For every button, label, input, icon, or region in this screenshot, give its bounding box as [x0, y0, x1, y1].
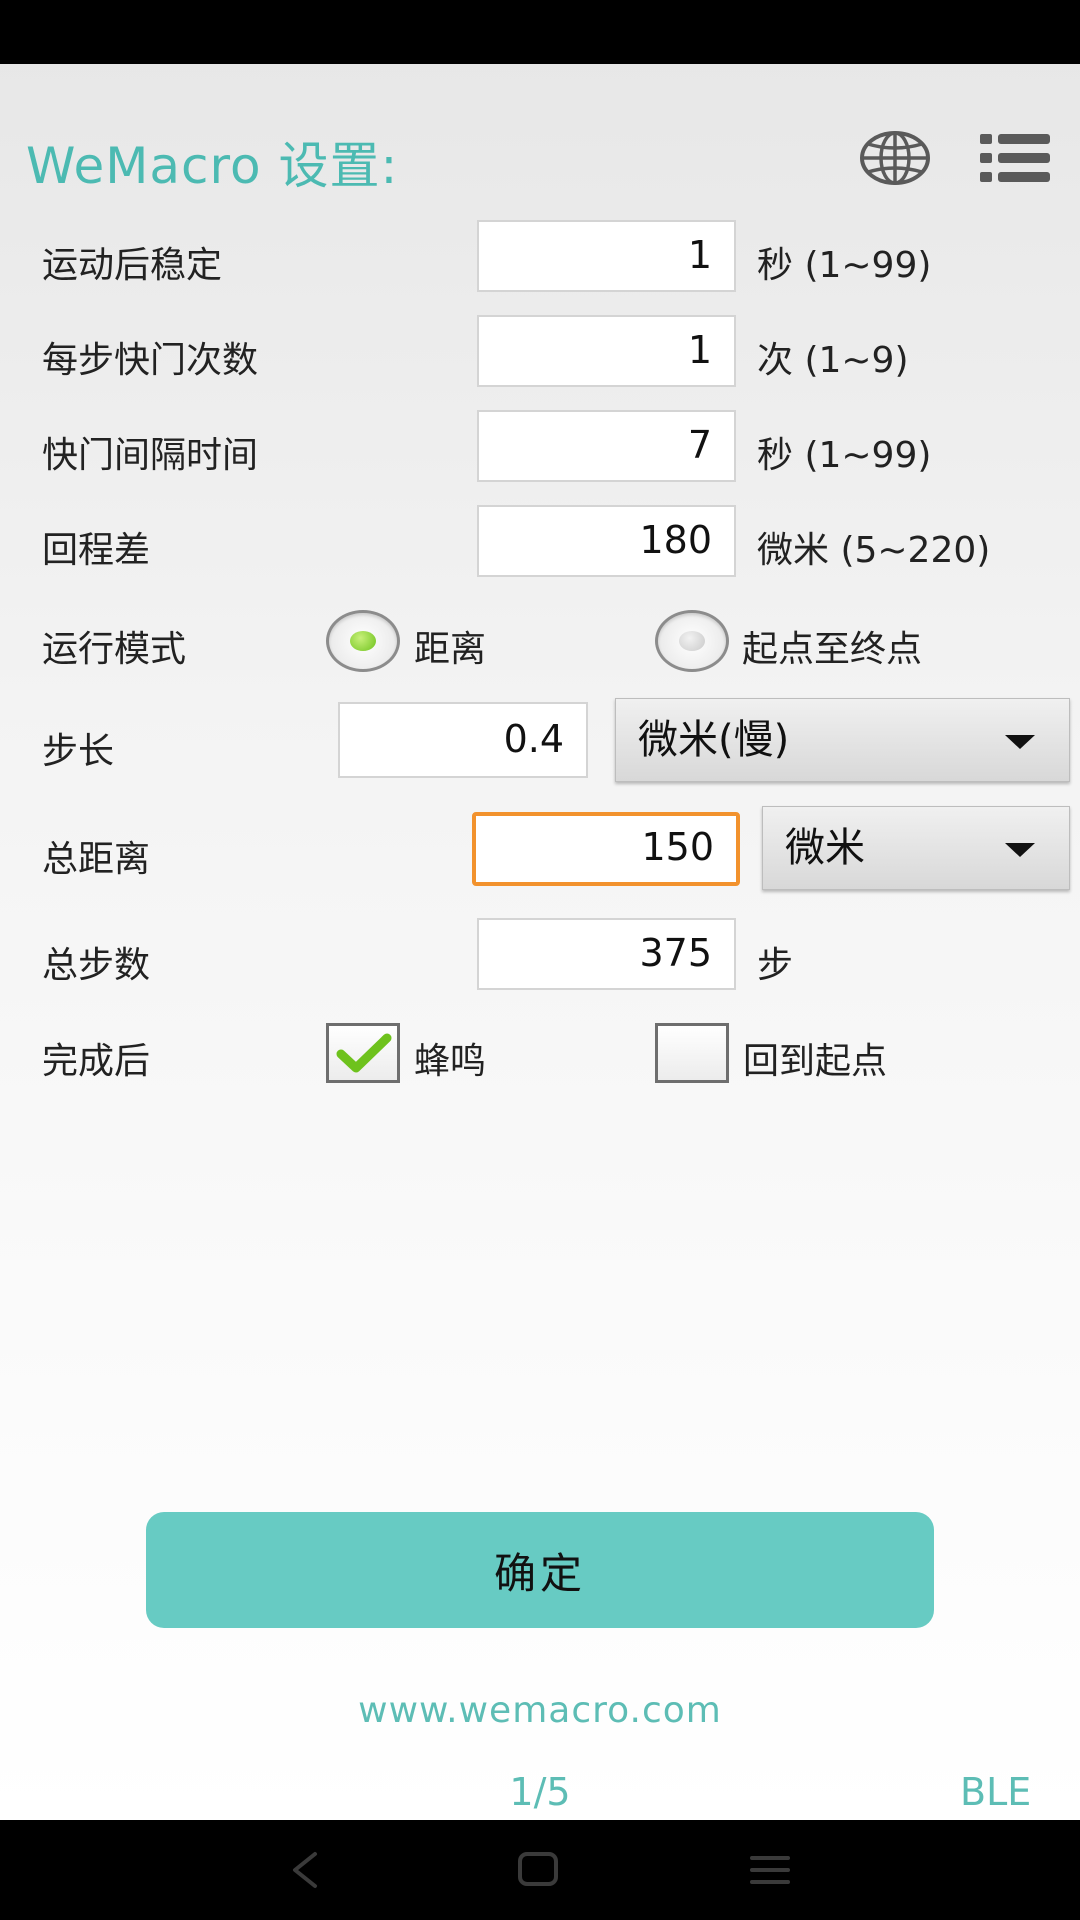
step-size-unit-value: 微米(慢): [638, 717, 790, 763]
step-size-input[interactable]: 0.4: [338, 702, 588, 778]
shutter-interval-unit: 秒 (1~99): [757, 435, 932, 476]
total-steps-input[interactable]: 375: [477, 918, 736, 990]
radio-selected-dot: [350, 631, 376, 651]
backlash-unit: 微米 (5~220): [757, 530, 991, 571]
page-title: WeMacro 设置:: [26, 137, 399, 195]
shutter-per-step-unit: 次 (1~9): [757, 340, 909, 381]
radio-unselected-dot: [679, 631, 705, 651]
beep-label[interactable]: 蜂鸣: [414, 1032, 486, 1084]
return-to-start-checkbox[interactable]: [655, 1023, 729, 1083]
backlash-label: 回程差: [42, 530, 151, 571]
run-mode-start-to-end-radio[interactable]: [655, 610, 729, 672]
total-distance-unit-value: 微米: [785, 825, 865, 871]
total-steps-unit: 步: [757, 945, 794, 986]
checkmark-icon: [336, 1033, 392, 1073]
confirm-button[interactable]: 确定: [146, 1512, 934, 1628]
step-size-label: 步长: [42, 731, 115, 772]
total-distance-input[interactable]: 150: [472, 812, 740, 886]
after-complete-label: 完成后: [42, 1041, 151, 1082]
home-icon[interactable]: [478, 1820, 598, 1920]
run-mode-distance-label[interactable]: 距离: [414, 620, 486, 672]
beep-checkbox[interactable]: [326, 1023, 400, 1083]
back-icon[interactable]: [245, 1820, 365, 1920]
settle-after-move-label: 运动后稳定: [42, 245, 223, 286]
list-menu-icon[interactable]: [978, 132, 1052, 184]
shutter-per-step-input[interactable]: 1: [477, 315, 736, 387]
total-distance-unit-dropdown[interactable]: 微米: [762, 806, 1070, 890]
globe-icon[interactable]: [858, 130, 932, 186]
settle-after-move-input[interactable]: 1: [477, 220, 736, 292]
total-distance-label: 总距离: [42, 839, 151, 880]
system-nav-bar: [0, 1820, 1080, 1920]
status-bar: [0, 0, 1080, 64]
run-mode-distance-radio[interactable]: [326, 610, 400, 672]
settle-after-move-unit: 秒 (1~99): [757, 245, 932, 286]
chevron-down-icon: [1005, 735, 1035, 749]
website-link[interactable]: www.wemacro.com: [0, 1690, 1080, 1731]
backlash-input[interactable]: 180: [477, 505, 736, 577]
run-mode-label: 运行模式: [42, 629, 187, 670]
connection-mode-label[interactable]: BLE: [960, 1770, 1031, 1814]
shutter-interval-label: 快门间隔时间: [42, 435, 259, 476]
return-to-start-label[interactable]: 回到起点: [743, 1032, 887, 1084]
page-indicator: 1/5: [509, 1770, 571, 1814]
app-screen: WeMacro 设置: 运动后稳定 1 秒 (1~99) 每步快门次数 1 次 …: [0, 0, 1080, 1920]
chevron-down-icon: [1005, 843, 1035, 857]
shutter-interval-input[interactable]: 7: [477, 410, 736, 482]
shutter-per-step-label: 每步快门次数: [42, 340, 259, 381]
step-size-unit-dropdown[interactable]: 微米(慢): [615, 698, 1070, 782]
run-mode-start-to-end-label[interactable]: 起点至终点: [742, 620, 922, 672]
recent-apps-icon[interactable]: [710, 1820, 830, 1920]
total-steps-label: 总步数: [42, 945, 151, 986]
